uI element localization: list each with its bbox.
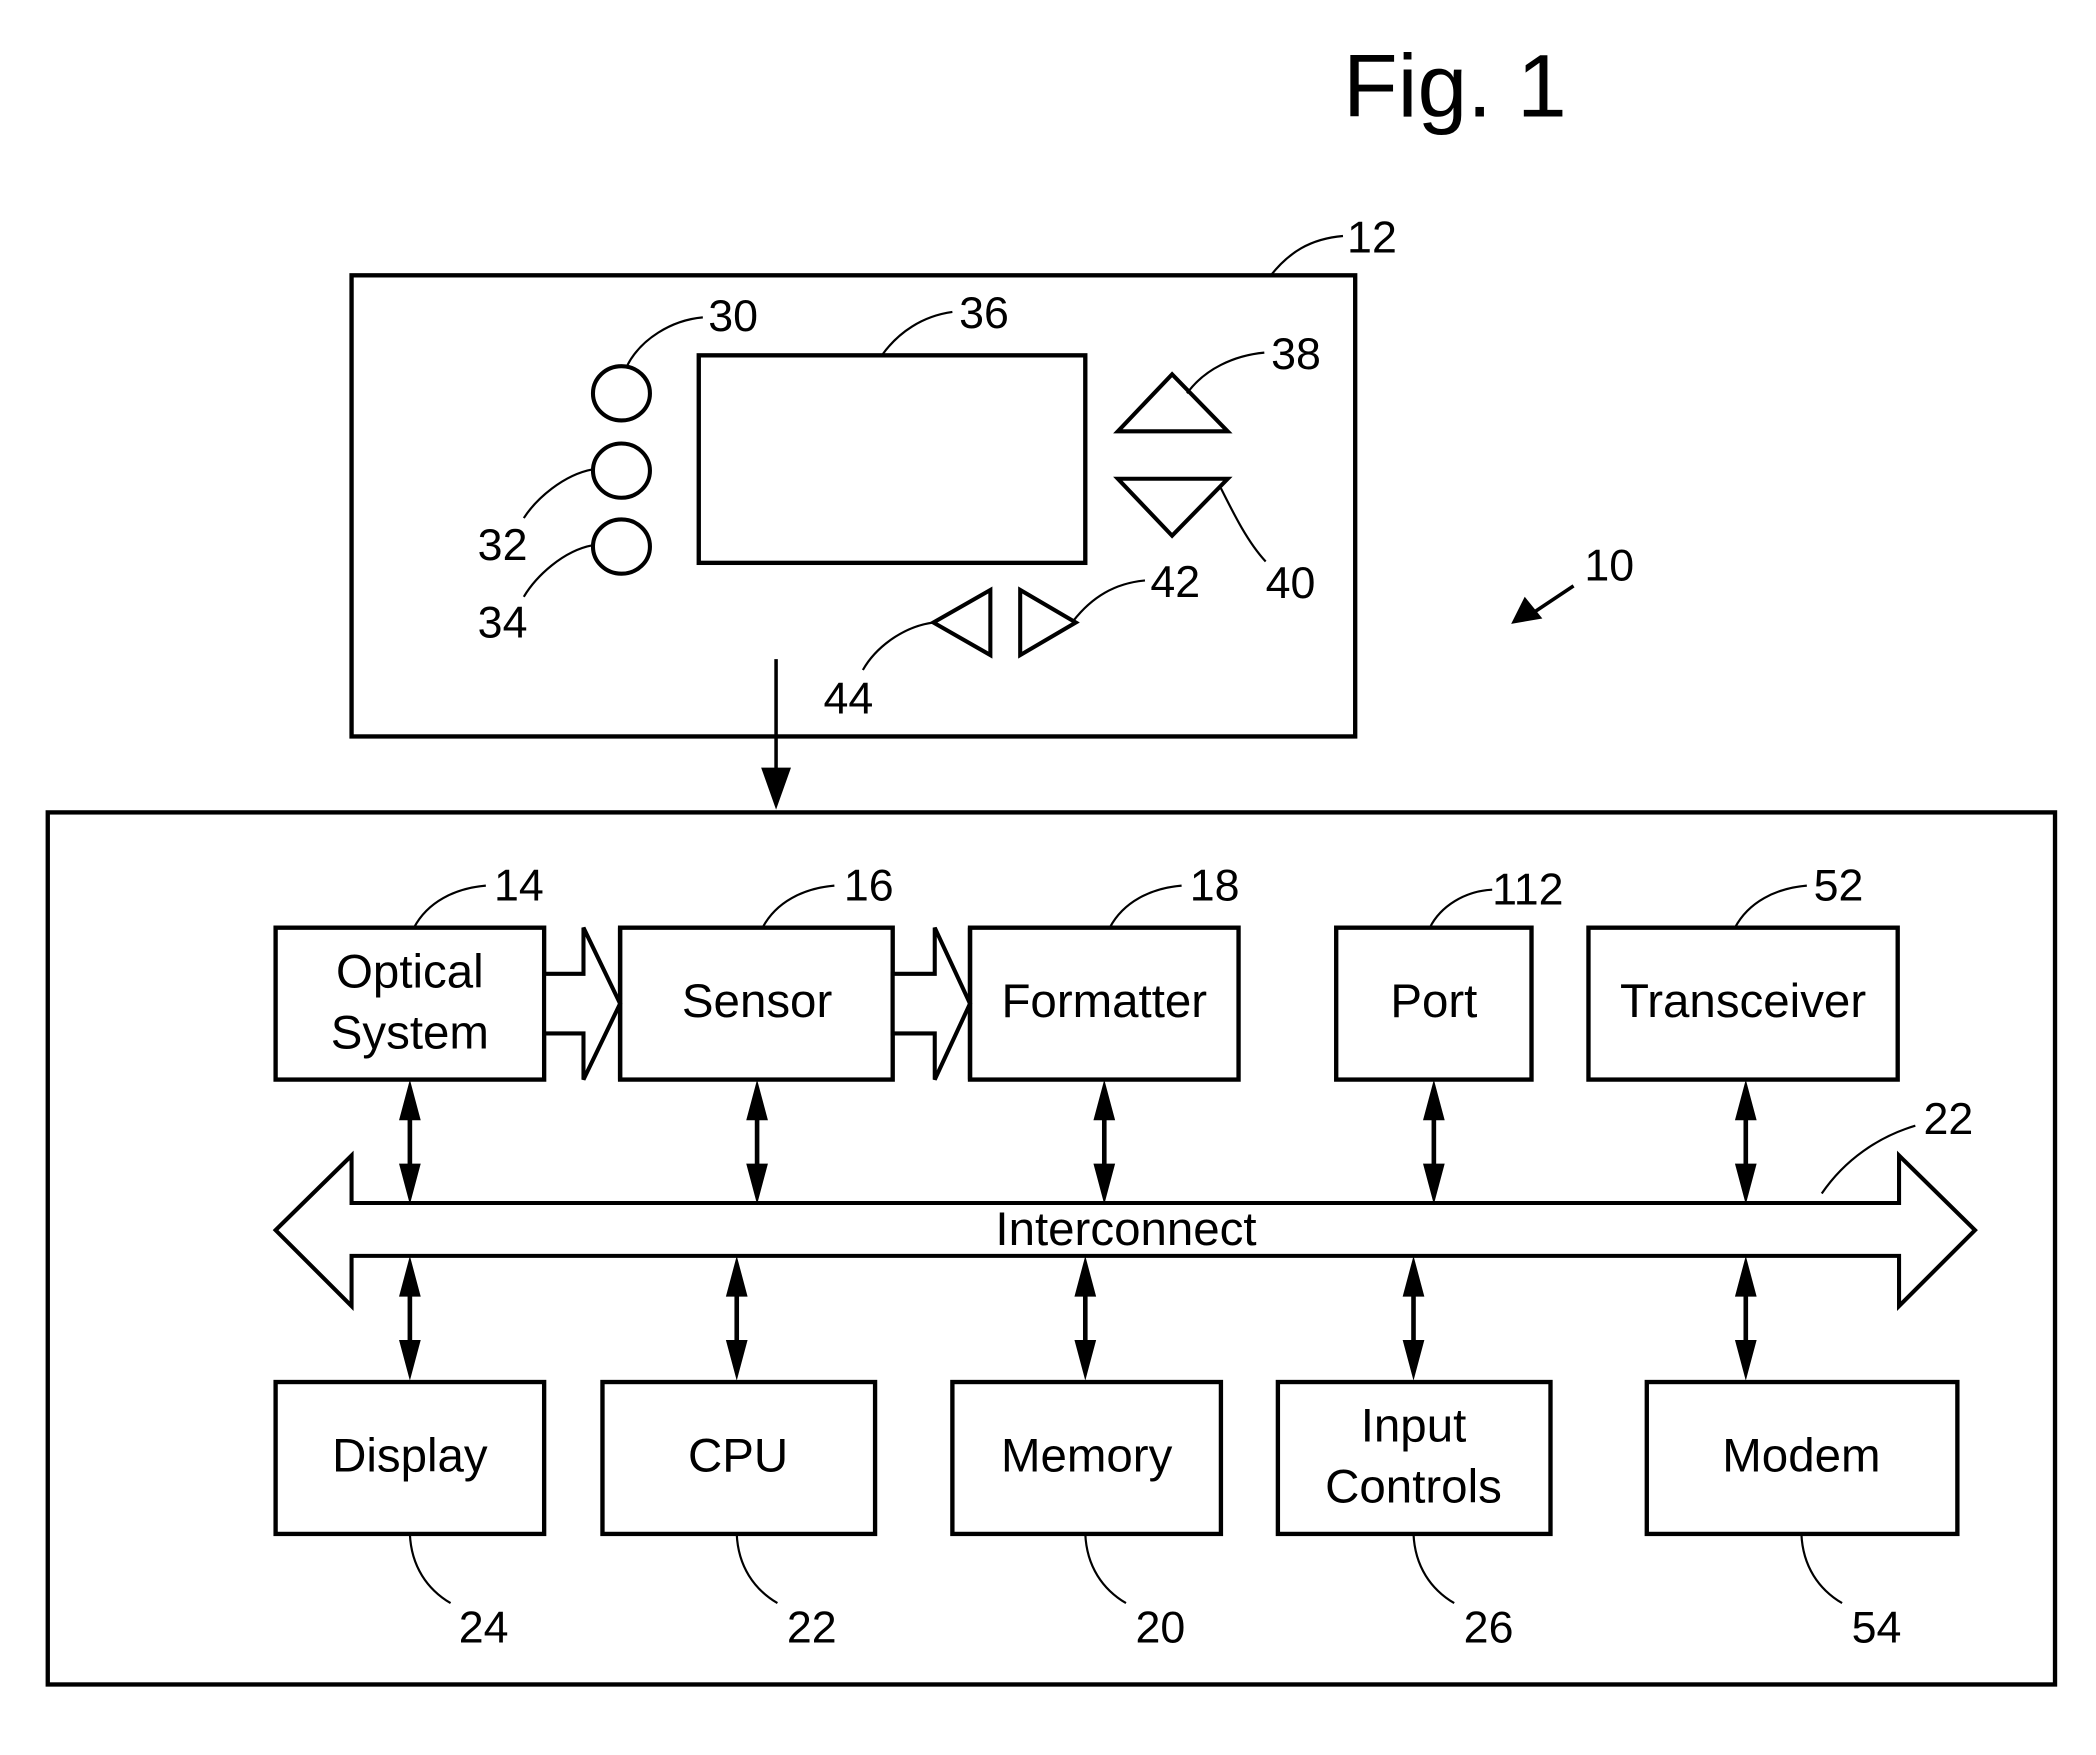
ref-44: 44 [824, 673, 874, 723]
interconnect-label: Interconnect [995, 1203, 1256, 1256]
display-label: Display [332, 1430, 488, 1483]
cpu-label: CPU [688, 1430, 788, 1483]
ref-12: 12 [1347, 212, 1397, 262]
ref-42: 42 [1150, 557, 1200, 607]
input-controls-label-line2: Controls [1325, 1461, 1502, 1514]
ref-22-cpu: 22 [787, 1602, 837, 1652]
system-pointer: 10 [1511, 540, 1634, 624]
ref-112: 112 [1492, 865, 1563, 915]
memory-label: Memory [1001, 1430, 1173, 1483]
sensor-label: Sensor [682, 975, 833, 1028]
figure-title: Fig. 1 [1343, 36, 1567, 136]
modem-label: Modem [1722, 1430, 1880, 1483]
device-panel: 12 36 30 32 34 38 40 42 44 [349, 212, 1397, 739]
optical-system-label-line2: System [331, 1006, 489, 1059]
input-controls-label-line1: Input [1361, 1400, 1467, 1453]
button-34-circle-icon[interactable] [590, 517, 652, 576]
ref-36: 36 [959, 288, 1009, 338]
ref-18: 18 [1190, 861, 1240, 911]
ref-24: 24 [459, 1602, 509, 1652]
ref-10: 10 [1584, 540, 1634, 590]
down-arrow-icon [761, 767, 791, 810]
ref-26: 26 [1464, 1602, 1514, 1652]
leader-12 [1268, 234, 1344, 278]
ref-54: 54 [1852, 1602, 1902, 1652]
ref-22-bus: 22 [1923, 1094, 1973, 1144]
ref-30: 30 [708, 291, 758, 341]
optical-system-label-line1: Optical [336, 945, 484, 998]
button-30-circle-icon[interactable] [590, 364, 652, 423]
transceiver-label: Transceiver [1620, 975, 1866, 1028]
ref-40: 40 [1266, 558, 1316, 608]
ref-32: 32 [478, 520, 528, 570]
ref-16: 16 [844, 861, 894, 911]
patent-figure: Fig. 1 12 36 30 32 34 38 40 42 44 10 Opt… [45, 36, 2058, 1687]
ref-34: 34 [478, 597, 528, 647]
formatter-label: Formatter [1001, 975, 1207, 1028]
button-32-circle-icon[interactable] [590, 441, 652, 500]
ref-52: 52 [1814, 861, 1864, 911]
ref-38: 38 [1271, 329, 1321, 379]
port-label: Port [1390, 975, 1477, 1028]
ref-14: 14 [494, 861, 544, 911]
ref-20: 20 [1135, 1602, 1185, 1652]
device-screen [696, 353, 1088, 566]
